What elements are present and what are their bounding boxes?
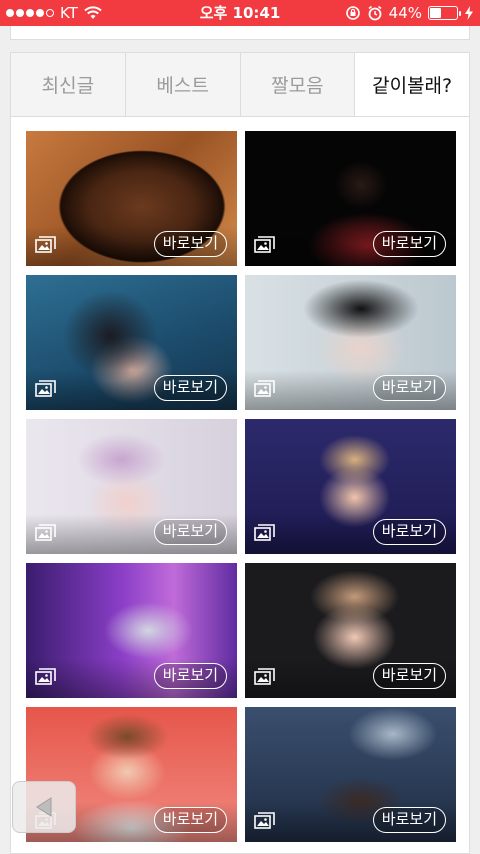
- view-button[interactable]: 바로보기: [153, 231, 227, 257]
- post-tile[interactable]: 바로보기: [26, 563, 237, 698]
- charging-bolt-icon: [465, 6, 473, 20]
- view-button[interactable]: 바로보기: [153, 519, 227, 545]
- image-gallery-icon: [35, 236, 56, 253]
- view-button[interactable]: 바로보기: [372, 231, 446, 257]
- status-bar: KT 오후 10:41 44%: [0, 0, 480, 26]
- tab-latest[interactable]: 최신글: [11, 53, 126, 116]
- image-gallery-icon: [35, 524, 56, 541]
- status-right: 44%: [345, 0, 474, 26]
- post-tile[interactable]: 바로보기: [245, 707, 456, 842]
- previous-card: [10, 26, 470, 40]
- view-button[interactable]: 바로보기: [153, 375, 227, 401]
- view-button[interactable]: 바로보기: [153, 663, 227, 689]
- view-button[interactable]: 바로보기: [372, 807, 446, 833]
- content-panel: 최신글 베스트 짤모음 같이볼래? 바로보기 바로보기 바로보기 바로보기 바로…: [10, 52, 470, 854]
- post-tile[interactable]: 바로보기: [245, 131, 456, 266]
- post-tile[interactable]: 바로보기: [26, 131, 237, 266]
- tab-bar: 최신글 베스트 짤모음 같이볼래?: [11, 53, 469, 117]
- post-tile[interactable]: 바로보기: [245, 563, 456, 698]
- post-tile[interactable]: 바로보기: [26, 419, 237, 554]
- back-button[interactable]: [12, 781, 76, 833]
- battery-level-fill: [430, 8, 442, 18]
- alarm-icon: [368, 5, 382, 21]
- battery-icon: [428, 6, 461, 20]
- image-gallery-icon: [35, 380, 56, 397]
- view-button[interactable]: 바로보기: [372, 663, 446, 689]
- image-gallery-icon: [254, 236, 275, 253]
- tab-gif-collection[interactable]: 짤모음: [240, 53, 356, 116]
- image-gallery-icon: [254, 812, 275, 829]
- rotation-lock-icon: [345, 6, 360, 20]
- view-button[interactable]: 바로보기: [372, 519, 446, 545]
- tab-best[interactable]: 베스트: [125, 53, 241, 116]
- view-button[interactable]: 바로보기: [153, 807, 227, 833]
- back-arrow-icon: [36, 797, 52, 817]
- post-tile[interactable]: 바로보기: [245, 419, 456, 554]
- image-grid: 바로보기 바로보기 바로보기 바로보기 바로보기 바로보기 바로보기 바로보기 …: [26, 131, 456, 842]
- post-tile[interactable]: 바로보기: [26, 275, 237, 410]
- image-gallery-icon: [254, 524, 275, 541]
- battery-percent: 44%: [388, 4, 422, 22]
- post-tile[interactable]: 바로보기: [245, 275, 456, 410]
- image-gallery-icon: [254, 668, 275, 685]
- tab-watch-together[interactable]: 같이볼래?: [355, 53, 469, 116]
- image-gallery-icon: [254, 380, 275, 397]
- image-gallery-icon: [35, 668, 56, 685]
- view-button[interactable]: 바로보기: [372, 375, 446, 401]
